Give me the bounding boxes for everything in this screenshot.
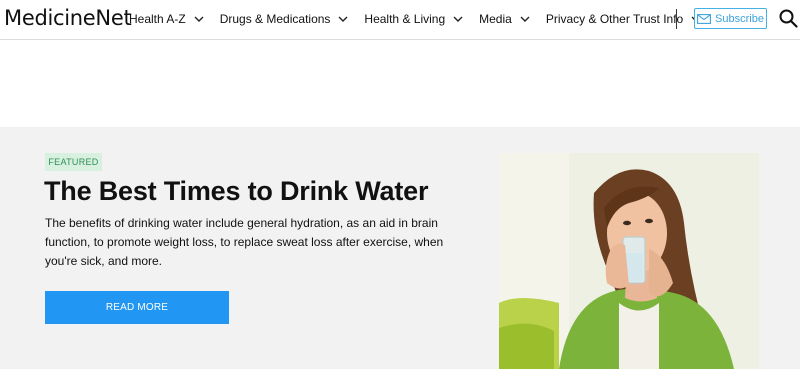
ad-space [0,41,800,127]
chevron-down-icon [194,16,204,22]
chevron-down-icon [338,16,348,22]
chevron-down-icon [520,16,530,22]
nav-item-label: Media [479,12,512,26]
nav-item-label: Health A-Z [129,12,186,26]
mail-icon [697,13,711,24]
chevron-down-icon [453,16,463,22]
subscribe-button[interactable]: Subscribe [694,8,767,29]
search-icon[interactable] [779,9,798,28]
main-nav: Health A-Z Drugs & Medications Health & … [129,0,717,38]
nav-item-media[interactable]: Media [479,12,532,26]
nav-item-drugs-medications[interactable]: Drugs & Medications [220,12,351,26]
featured-article: FEATURED The Best Times to Drink Water T… [0,127,800,369]
article-title[interactable]: The Best Times to Drink Water [44,176,428,207]
read-more-button[interactable]: READ MORE [45,291,229,324]
featured-badge: FEATURED [45,153,102,171]
nav-item-label: Health & Living [364,12,446,26]
woman-drinking-water-image [499,153,759,369]
nav-item-label: Privacy & Other Trust Info [545,12,684,26]
article-description: The benefits of drinking water include g… [45,216,444,268]
nav-item-health-living[interactable]: Health & Living [364,12,465,26]
nav-item-privacy-trust[interactable]: Privacy & Other Trust Info [546,12,703,26]
header-divider [676,9,677,29]
nav-item-label: Drugs & Medications [219,12,331,26]
subscribe-label: Subscribe [715,12,764,25]
site-header: MedicineNet Health A-Z Drugs & Medicatio… [0,0,800,40]
article-image[interactable] [499,153,759,369]
nav-item-health-a-z[interactable]: Health A-Z [129,12,206,26]
site-logo[interactable]: MedicineNet [4,6,132,30]
